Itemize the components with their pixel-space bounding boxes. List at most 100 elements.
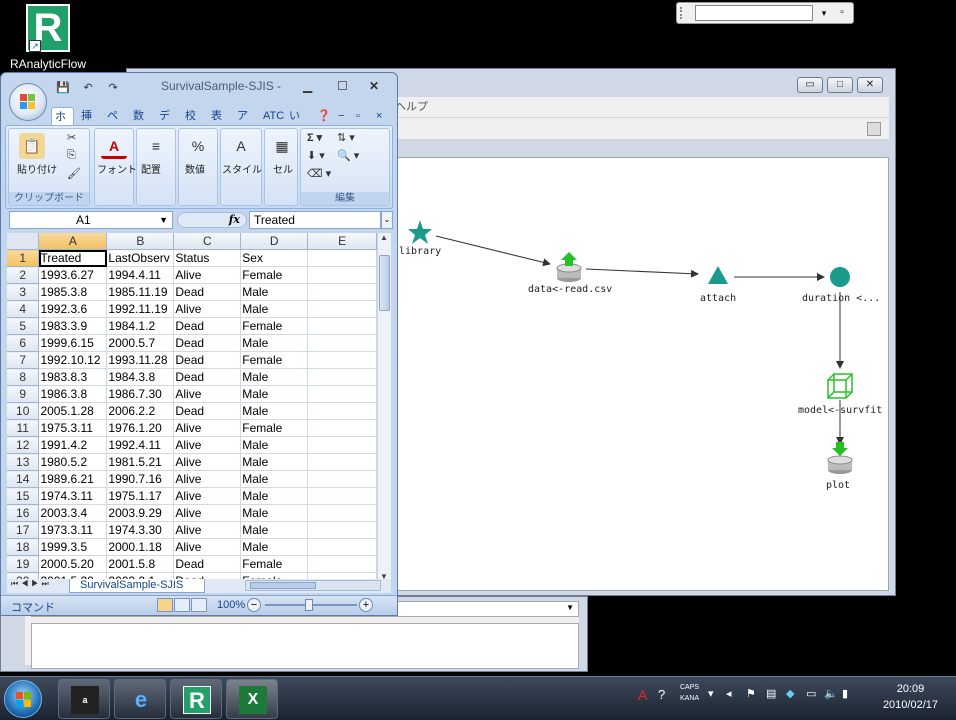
cell[interactable]: Status [173, 249, 242, 268]
minimize-button[interactable]: ▁ [303, 79, 312, 93]
cell[interactable]: 1989.6.21 [38, 470, 108, 489]
ribbon-minimize-icon[interactable]: − [335, 107, 347, 125]
cell[interactable]: 1993.11.28 [106, 351, 175, 370]
menu-help[interactable]: ヘルプ [395, 101, 428, 113]
cell[interactable]: 1983.3.9 [38, 317, 108, 336]
insert-function-button[interactable]: fx [177, 212, 247, 228]
row-header[interactable]: 5 [7, 317, 40, 336]
row-header[interactable]: 15 [7, 487, 40, 506]
cell[interactable] [307, 453, 377, 472]
clock[interactable]: 20:09 2010/02/17 [883, 681, 938, 713]
cell[interactable] [307, 334, 377, 353]
row-header[interactable]: 13 [7, 453, 40, 472]
column-header[interactable]: D [240, 233, 309, 251]
scroll-up-icon[interactable]: ▲ [380, 233, 388, 242]
close-button[interactable]: ✕ [369, 79, 379, 93]
paste-icon[interactable]: 📋 [19, 133, 45, 159]
row-header[interactable]: 14 [7, 470, 40, 489]
cell[interactable]: 1986.7.30 [106, 385, 175, 404]
row-header[interactable]: 12 [7, 436, 40, 455]
dropbox-icon[interactable]: ◆ [786, 687, 794, 700]
tab-insert[interactable]: 挿入 [78, 107, 102, 140]
chevron-down-icon[interactable]: ▼ [159, 212, 168, 228]
cell[interactable]: 1999.6.15 [38, 334, 108, 353]
volume-icon[interactable]: 🔈 [824, 687, 838, 700]
cell[interactable]: 1992.4.11 [106, 436, 175, 455]
cell[interactable]: 1985.11.19 [106, 283, 175, 302]
font-icon[interactable]: A [101, 133, 127, 159]
tab-view[interactable]: 表示 [208, 107, 232, 140]
cell[interactable]: Dead [173, 283, 242, 302]
cell[interactable]: Alive [173, 300, 242, 319]
cell[interactable]: 1981.5.21 [106, 453, 175, 472]
vertical-scrollbar[interactable]: ▲ ▼ [377, 233, 391, 581]
office-button[interactable] [9, 83, 47, 121]
cell[interactable]: Dead [173, 555, 242, 574]
cell[interactable]: 1991.4.2 [38, 436, 108, 455]
row-header[interactable]: 18 [7, 538, 40, 557]
row-header[interactable]: 7 [7, 351, 40, 370]
select-all-corner[interactable] [7, 233, 40, 251]
cell[interactable]: 1990.7.16 [106, 470, 175, 489]
cell[interactable] [307, 402, 377, 421]
cell[interactable]: Female [240, 266, 309, 285]
taskbar-ie[interactable]: e [114, 679, 166, 719]
page-break-view-icon[interactable] [191, 598, 207, 612]
style-label[interactable]: スタイル [222, 161, 262, 176]
column-header[interactable]: A [38, 233, 108, 251]
maximize-button[interactable]: ☐ [337, 79, 348, 93]
node-attach-label[interactable]: attach [700, 293, 736, 304]
cell[interactable] [307, 351, 377, 370]
format-painter-icon[interactable]: 🖌 [67, 167, 81, 180]
cell[interactable]: 1985.3.8 [38, 283, 108, 302]
cell[interactable]: 1973.3.11 [38, 521, 108, 540]
tab-home[interactable]: ホー [51, 107, 74, 141]
cell[interactable]: 1980.5.2 [38, 453, 108, 472]
cell[interactable]: Alive [173, 436, 242, 455]
cell[interactable]: Female [240, 555, 309, 574]
cell[interactable] [307, 419, 377, 438]
tab-iki[interactable]: いき [286, 107, 310, 140]
row-header[interactable]: 17 [7, 521, 40, 540]
cell[interactable]: Alive [173, 504, 242, 523]
autosum-icon[interactable]: Σ ▾ [307, 131, 322, 144]
column-header[interactable]: E [307, 233, 377, 251]
tab-formulas[interactable]: 数式 [130, 107, 154, 140]
cell[interactable]: Dead [173, 368, 242, 387]
cell[interactable]: Dead [173, 402, 242, 421]
ribbon-close-icon[interactable]: × [373, 107, 385, 125]
acrobat-icon[interactable]: A [638, 687, 647, 703]
network-icon[interactable]: ▭ [806, 687, 816, 700]
cell[interactable]: Male [240, 385, 309, 404]
minimize-button[interactable]: ▭ [797, 77, 823, 93]
row-header[interactable]: 1 [7, 249, 40, 268]
cell[interactable]: Treated [38, 249, 108, 268]
cell[interactable]: LastObserv [106, 249, 175, 268]
cell[interactable]: 1986.3.8 [38, 385, 108, 404]
row-header[interactable]: 6 [7, 334, 40, 353]
cell[interactable]: 1999.3.5 [38, 538, 108, 557]
node-read-label[interactable]: data<-read.csv [528, 284, 612, 295]
percent-icon[interactable]: % [185, 133, 211, 159]
row-header[interactable]: 19 [7, 555, 40, 574]
cell[interactable]: Male [240, 283, 309, 302]
chevron-down-icon[interactable]: ▾ [817, 5, 831, 21]
taskbar-excel[interactable]: X [226, 679, 278, 719]
signal-icon[interactable]: ▮ [842, 687, 848, 700]
font-label[interactable]: フォント [97, 161, 137, 176]
cells-label[interactable]: セル [273, 161, 293, 176]
cell[interactable]: Dead [173, 334, 242, 353]
cell[interactable]: 1992.11.19 [106, 300, 175, 319]
cell[interactable]: Male [240, 334, 309, 353]
page-layout-view-icon[interactable] [174, 598, 190, 612]
cell[interactable] [307, 521, 377, 540]
cell[interactable]: 2006.2.2 [106, 402, 175, 421]
zoom-slider-thumb[interactable] [305, 599, 313, 611]
column-header[interactable]: C [173, 233, 242, 251]
cell[interactable]: 1993.6.27 [38, 266, 108, 285]
cell[interactable]: 2005.1.28 [38, 402, 108, 421]
cell[interactable]: Female [240, 317, 309, 336]
cell[interactable]: 1975.1.17 [106, 487, 175, 506]
node-duration-label[interactable]: duration <... [802, 293, 880, 304]
cell[interactable]: 1974.3.30 [106, 521, 175, 540]
